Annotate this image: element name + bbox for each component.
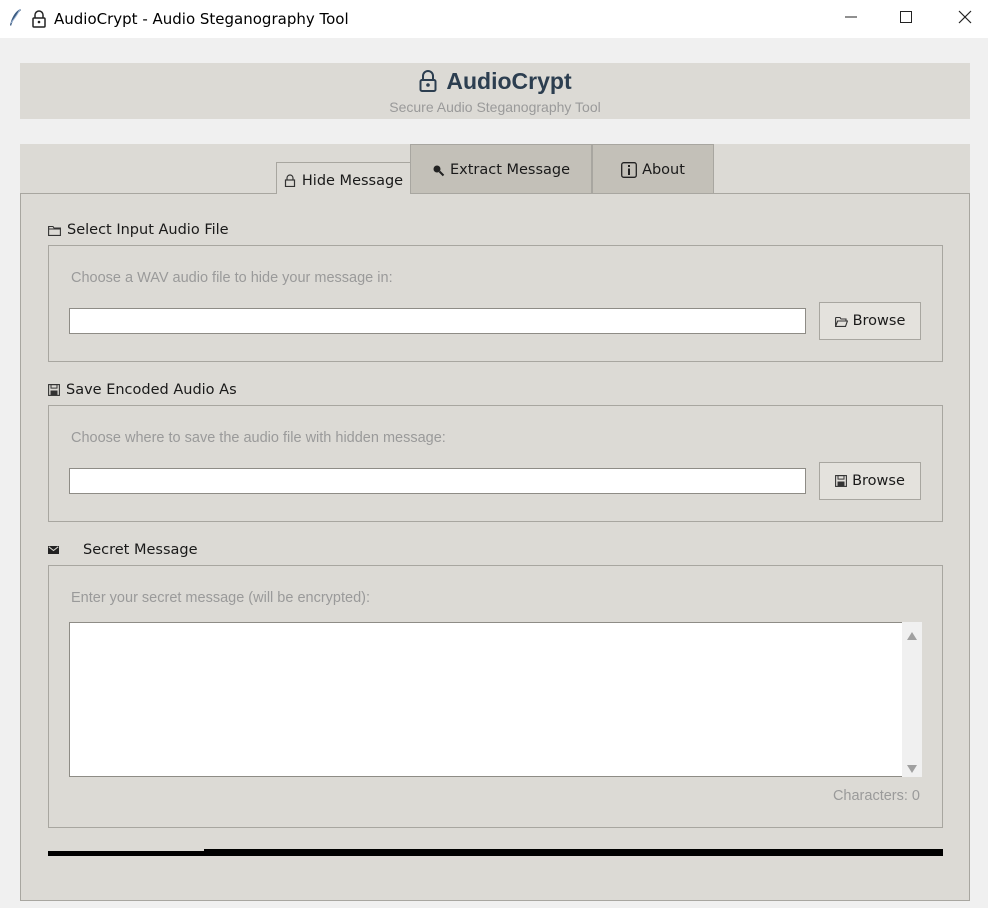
minimize-icon (845, 10, 857, 28)
notebook: Hide Message Extract Message About Selec… (20, 144, 970, 901)
app-title-row: AudioCrypt (20, 68, 970, 98)
tab-label: Hide Message (301, 172, 404, 189)
magnifier-icon (432, 164, 445, 177)
envelope-icon (48, 546, 59, 554)
app-header: AudioCrypt Secure Audio Steganography To… (20, 63, 970, 119)
tab-label: Extract Message (449, 162, 571, 178)
lock-icon (31, 10, 47, 28)
tab-extract-message[interactable]: Extract Message (410, 144, 592, 194)
output-file-hint: Choose where to save the audio file with… (71, 430, 446, 446)
progress-fill (204, 849, 943, 856)
title-bar: AudioCrypt - Audio Steganography Tool (0, 0, 988, 38)
close-icon (958, 10, 972, 29)
window-title: AudioCrypt - Audio Steganography Tool (54, 10, 349, 28)
lock-icon (284, 174, 297, 187)
message-hint: Enter your secret message (will be encry… (71, 590, 370, 606)
maximize-button[interactable] (877, 0, 935, 38)
message-group: Enter your secret message (will be encry… (48, 565, 943, 828)
secret-message-textarea[interactable] (69, 622, 902, 777)
app-title: AudioCrypt (446, 68, 572, 94)
scroll-down-icon[interactable] (906, 761, 918, 773)
info-icon (621, 162, 638, 178)
input-file-group: Choose a WAV audio file to hide your mes… (48, 245, 943, 362)
hide-message-panel: Select Input Audio File Choose a WAV aud… (20, 193, 970, 901)
maximize-icon (900, 10, 912, 28)
minimize-button[interactable] (822, 0, 880, 38)
tab-about[interactable]: About (592, 144, 714, 194)
app-window: AudioCrypt - Audio Steganography Tool Au… (0, 0, 988, 908)
input-file-hint: Choose a WAV audio file to hide your mes… (71, 270, 393, 286)
output-file-group: Choose where to save the audio file with… (48, 405, 943, 522)
scroll-up-icon[interactable] (906, 628, 918, 640)
output-section-label: Save Encoded Audio As (48, 382, 237, 398)
input-file-field[interactable] (69, 308, 806, 334)
input-browse-button[interactable]: Browse (819, 302, 921, 340)
app-subtitle: Secure Audio Steganography Tool (389, 99, 601, 115)
output-browse-button[interactable]: Browse (819, 462, 921, 500)
open-folder-icon (834, 316, 848, 327)
character-count: Characters: 0 (832, 788, 920, 804)
message-scrollbar[interactable] (902, 622, 922, 777)
floppy-icon (835, 475, 848, 487)
input-section-label: Select Input Audio File (48, 222, 229, 238)
floppy-icon (48, 384, 60, 396)
feather-icon (6, 8, 24, 28)
tab-label: About (642, 162, 685, 178)
folder-icon (48, 225, 61, 236)
output-file-field[interactable] (69, 468, 806, 494)
tab-hide-message[interactable]: Hide Message (276, 162, 411, 194)
message-section-label: Secret Message (48, 542, 198, 558)
close-button[interactable] (936, 0, 988, 38)
lock-icon (418, 70, 438, 98)
progress-bar (48, 849, 943, 858)
